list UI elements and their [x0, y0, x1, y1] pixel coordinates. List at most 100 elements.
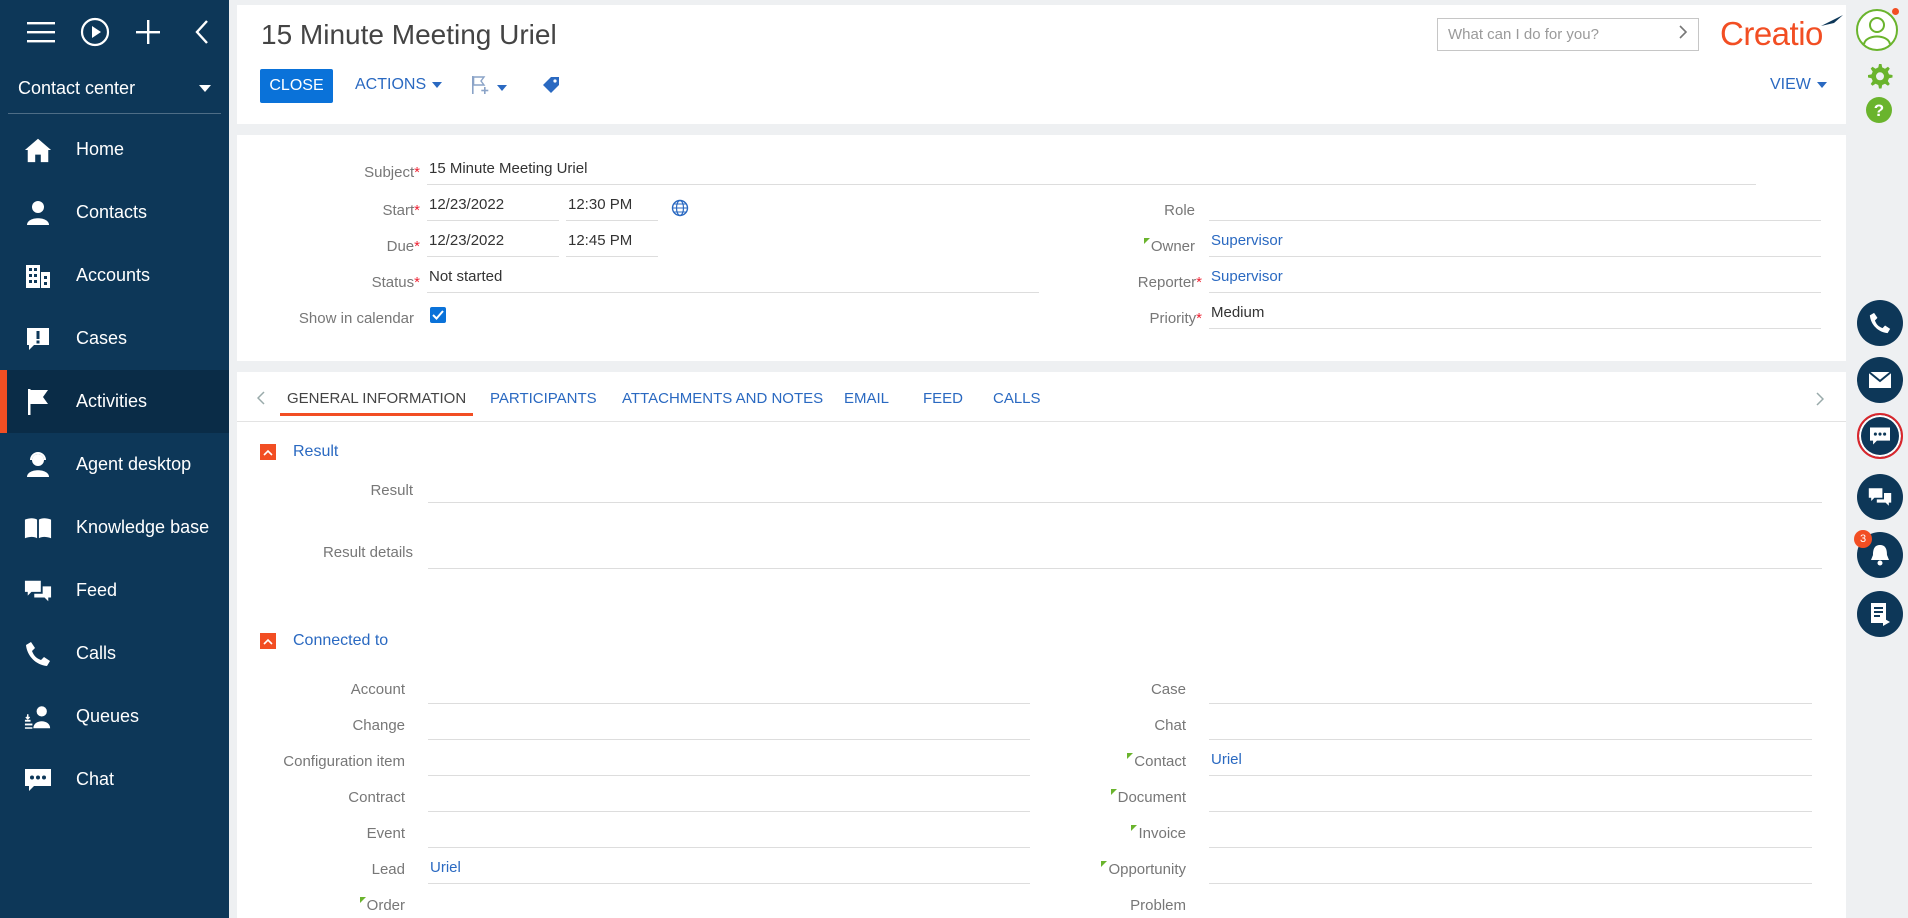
chat-panel-button[interactable]	[1857, 413, 1903, 459]
connected-group-title[interactable]: Connected to	[293, 632, 388, 650]
sidebar-item-accounts[interactable]: Accounts	[0, 244, 229, 307]
feed-button[interactable]	[1857, 474, 1903, 520]
close-button[interactable]: CLOSE	[260, 69, 333, 103]
subject-field[interactable]: 15 Minute Meeting Uriel	[427, 157, 1756, 185]
start-date-field[interactable]: 12/23/2022	[427, 193, 559, 221]
tab-general-information[interactable]: GENERAL INFORMATION	[279, 390, 474, 416]
details-panel: GENERAL INFORMATION PARTICIPANTS ATTACHM…	[237, 372, 1846, 918]
sidebar-item-calls[interactable]: Calls	[0, 622, 229, 685]
required-marker-icon	[1127, 753, 1134, 759]
chat-icon	[24, 766, 52, 794]
problem-label: Problem	[1130, 897, 1186, 914]
sidebar-item-contacts[interactable]: Contacts	[0, 181, 229, 244]
exclamation-icon	[24, 325, 52, 353]
collapse-chevron-icon[interactable]	[175, 12, 229, 52]
email-button[interactable]	[1857, 357, 1903, 403]
sidebar-item-label: Queues	[76, 706, 140, 726]
workspace-selector[interactable]: Contact center	[8, 64, 221, 114]
sidebar-item-label: Accounts	[76, 265, 151, 285]
chevron-down-icon	[1816, 82, 1827, 88]
chat-bubbles-icon	[24, 577, 52, 605]
priority-label: Priority*	[1149, 310, 1202, 327]
home-icon	[24, 136, 52, 164]
role-field[interactable]	[1209, 193, 1821, 221]
chevron-down-icon	[432, 82, 443, 88]
sidebar-item-label: Calls	[76, 643, 117, 663]
building-icon	[24, 262, 52, 290]
command-line[interactable]	[1437, 18, 1699, 51]
timezone-globe-icon[interactable]	[671, 199, 689, 222]
gear-icon[interactable]	[1865, 62, 1893, 95]
result-field[interactable]	[428, 502, 1822, 503]
sidebar-item-chat[interactable]: Chat	[0, 748, 229, 811]
owner-label: Owner	[937, 238, 1195, 255]
sidebar-toolbar	[0, 0, 229, 64]
process-play-icon[interactable]	[68, 12, 122, 52]
document-field[interactable]	[1209, 784, 1812, 812]
opportunity-field[interactable]	[1209, 856, 1812, 884]
queue-icon	[24, 703, 52, 731]
sidebar-item-label: Cases	[76, 328, 128, 348]
invoice-field[interactable]	[1209, 820, 1812, 848]
sidebar-item-home[interactable]: Home	[0, 118, 229, 181]
menu-icon[interactable]	[14, 12, 68, 52]
case-field[interactable]	[1209, 676, 1812, 704]
svg-text:?: ?	[1874, 101, 1884, 120]
priority-field[interactable]: Medium	[1209, 301, 1821, 329]
sidebar-item-cases[interactable]: Cases	[0, 307, 229, 370]
flag-menu[interactable]	[471, 75, 507, 100]
tab-attachments-and-notes[interactable]: ATTACHMENTS AND NOTES	[622, 390, 823, 407]
chat-field[interactable]	[1209, 712, 1812, 740]
sidebar-item-activities[interactable]: Activities	[0, 370, 229, 433]
person-icon	[24, 199, 52, 227]
start-label: Start*	[382, 202, 420, 219]
sidebar-item-agent-desktop[interactable]: Agent desktop	[0, 433, 229, 496]
help-icon[interactable]: ?	[1865, 96, 1893, 129]
phone-icon	[24, 640, 52, 668]
result-group-title[interactable]: Result	[293, 443, 338, 461]
chat-label: Chat	[1154, 717, 1186, 734]
tab-email[interactable]: EMAIL	[844, 390, 889, 407]
chevron-right-icon[interactable]	[1679, 25, 1688, 44]
tab-feed[interactable]: FEED	[923, 390, 963, 407]
sidebar-item-queues[interactable]: Queues	[0, 685, 229, 748]
order-label: Order	[237, 897, 405, 914]
actions-menu[interactable]: ACTIONS	[355, 76, 443, 94]
tabs-scroll-right-icon[interactable]	[1816, 392, 1825, 411]
sidebar-item-label: Knowledge base	[76, 517, 210, 537]
owner-field[interactable]: Supervisor	[1209, 229, 1821, 257]
sidebar-item-knowledge-base[interactable]: Knowledge base	[0, 496, 229, 559]
collapse-connected-group-icon[interactable]	[260, 633, 276, 649]
reporter-label: Reporter*	[1137, 274, 1202, 291]
reporter-field[interactable]: Supervisor	[1209, 265, 1821, 293]
show-in-calendar-checkbox[interactable]	[430, 307, 446, 323]
invoice-label: Invoice	[937, 825, 1186, 842]
communication-panel: ? 3	[1846, 0, 1908, 918]
flag-plus-icon	[471, 75, 491, 100]
sidebar-item-feed[interactable]: Feed	[0, 559, 229, 622]
start-time-field[interactable]: 12:30 PM	[566, 193, 658, 221]
view-label: VIEW	[1770, 76, 1811, 93]
page-title: 15 Minute Meeting Uriel	[261, 19, 557, 50]
collapse-result-group-icon[interactable]	[260, 444, 276, 460]
view-menu[interactable]: VIEW	[1770, 76, 1827, 94]
sidebar-item-label: Home	[76, 139, 125, 159]
call-button[interactable]	[1857, 300, 1903, 346]
creatio-logo: Creatio	[1720, 15, 1843, 53]
add-icon[interactable]	[122, 12, 176, 52]
result-details-field[interactable]	[428, 522, 1822, 569]
contact-field[interactable]: Uriel	[1209, 748, 1812, 776]
tab-calls[interactable]: CALLS	[993, 390, 1041, 407]
user-avatar[interactable]	[1855, 8, 1899, 52]
tag-button[interactable]	[542, 76, 560, 99]
due-date-field[interactable]: 12/23/2022	[427, 229, 559, 257]
search-input[interactable]	[1448, 26, 1668, 43]
tab-participants[interactable]: PARTICIPANTS	[490, 390, 597, 407]
role-label: Role	[1164, 202, 1195, 219]
process-panel-button[interactable]	[1857, 591, 1903, 637]
due-time-field[interactable]: 12:45 PM	[566, 229, 658, 257]
tabs-scroll-left-icon[interactable]	[256, 391, 265, 410]
required-marker-icon	[1131, 825, 1138, 831]
required-marker-icon	[1101, 861, 1108, 867]
show-in-calendar-label: Show in calendar	[298, 310, 414, 327]
